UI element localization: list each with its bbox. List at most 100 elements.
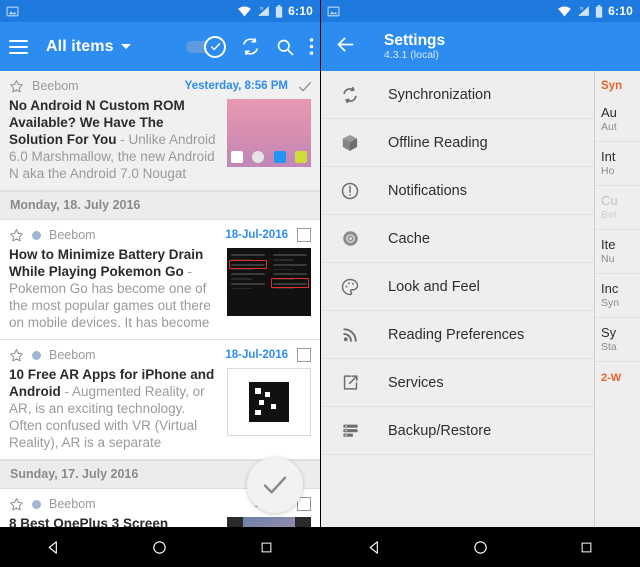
peek-row-title: Inc: [601, 281, 619, 296]
android-nav-bar-right: [321, 527, 640, 567]
thumbnail-app-icons: [231, 151, 307, 163]
more-vert-icon[interactable]: [309, 37, 314, 56]
star-icon[interactable]: [9, 348, 24, 363]
home-screen-pink-thumbnail: [227, 99, 311, 167]
settings-list[interactable]: Synchronization Offline Reading Notifica…: [321, 71, 594, 527]
article-date: Yesterday, 8:56 PM: [184, 80, 288, 92]
list-item-body: How to Minimize Battery Drain While Play…: [9, 246, 311, 331]
check-icon: [210, 43, 220, 51]
feed-name: Beebom: [49, 497, 96, 511]
home-circle-icon[interactable]: [456, 527, 504, 567]
peek-row-title: Au: [601, 105, 617, 120]
peek-section-footer: 2-W: [601, 372, 622, 384]
arrow-back-icon[interactable]: [335, 34, 356, 60]
status-bar-left: R 6:10: [0, 0, 320, 22]
peek-row[interactable]: Inc Syn: [595, 274, 640, 318]
peek-row[interactable]: Int Ho: [595, 142, 640, 186]
peek-row-title: Sy: [601, 325, 617, 340]
peek-row[interactable]: Au Aut: [595, 98, 640, 142]
article-checkbox[interactable]: [297, 228, 311, 242]
recents-square-icon[interactable]: [563, 527, 611, 567]
chevron-down-icon[interactable]: [120, 44, 131, 49]
android-nav-bar-left: [0, 527, 320, 567]
thumb-icon-androidpolice: [273, 151, 286, 163]
settings-item-backup-restore[interactable]: Backup/Restore: [321, 407, 594, 455]
settings-item-look-and-feel[interactable]: Look and Feel: [321, 263, 594, 311]
settings-toolbar: Settings 4.3.1 (local): [321, 22, 640, 71]
signal-roaming-icon: R: [258, 6, 270, 16]
dual-screenshot-container: R 6:10 All items Beebom Yesterday, 8:56 …: [0, 0, 640, 567]
search-icon[interactable]: [275, 37, 295, 57]
status-clock: 6:10: [288, 4, 313, 18]
settings-item-notifications[interactable]: Notifications: [321, 167, 594, 215]
list-item-header: Beebom 18-Jul-2016: [9, 346, 311, 364]
toolbar-title[interactable]: All items: [46, 38, 114, 56]
hamburger-menu-icon[interactable]: [9, 39, 28, 54]
status-notifications: [327, 5, 340, 18]
svg-text:R: R: [580, 6, 583, 11]
signal-roaming-icon: R: [578, 6, 590, 16]
status-indicators-right: R 6:10: [557, 0, 633, 22]
peek-row[interactable]: Cu Bet: [595, 186, 640, 230]
thumb-col-left: [227, 248, 269, 316]
refresh-icon[interactable]: [240, 36, 261, 57]
settings-title-block: Settings 4.3.1 (local): [384, 32, 445, 62]
palette-icon: [337, 277, 363, 297]
list-item-body: 10 Free AR Apps for iPhone and Android -…: [9, 366, 311, 451]
qr-marker-glyph: [249, 382, 289, 422]
status-bar-right: R 6:10: [321, 0, 640, 22]
settings-item-services[interactable]: Services: [321, 359, 594, 407]
status-indicators-left: R 6:10: [237, 0, 313, 22]
list-item-body: No Android N Custom ROM Available? We Ha…: [9, 97, 311, 182]
star-icon[interactable]: [9, 497, 24, 512]
peek-row-subtitle: Ho: [601, 165, 615, 177]
star-icon[interactable]: [9, 228, 24, 243]
box-icon: [337, 133, 363, 153]
peek-row[interactable]: Sy Sta: [595, 318, 640, 362]
article-checkbox[interactable]: [297, 348, 311, 362]
peek-row-subtitle: Sta: [601, 341, 617, 353]
article-date: 18-Jul-2016: [225, 229, 288, 241]
settings-item-label: Notifications: [388, 182, 467, 199]
list-item-body: 8 Best OnePlus 3 Screen Protectors to Bu…: [9, 515, 311, 527]
share-export-icon: [337, 373, 363, 392]
list-item[interactable]: Beebom Yesterday, 8:56 PM No Android N C…: [0, 71, 320, 191]
settings-item-cache[interactable]: Cache: [321, 215, 594, 263]
feed-name: Beebom: [49, 228, 96, 242]
mark-all-read-toggle[interactable]: [186, 35, 226, 58]
settings-item-label: Look and Feel: [388, 278, 480, 295]
list-item-header: Beebom Yesterday, 8:56 PM: [9, 77, 311, 95]
dark-settings-thumbnail: [227, 248, 311, 316]
page-title: Settings: [384, 31, 446, 49]
back-triangle-icon[interactable]: [29, 527, 77, 567]
qr-marker-thumbnail: [227, 368, 311, 436]
synchronization-detail-peek-pane[interactable]: Syn Au Aut Int Ho Cu Bet Ite Nu Inc Syn: [594, 71, 640, 527]
back-triangle-icon[interactable]: [350, 527, 398, 567]
settings-item-label: Synchronization: [388, 86, 492, 103]
recents-square-icon[interactable]: [243, 527, 291, 567]
peek-section-header: Syn: [601, 80, 623, 92]
home-circle-icon[interactable]: [136, 527, 184, 567]
list-item[interactable]: Beebom 18-Jul-2016 10 Free AR Apps for i…: [0, 340, 320, 460]
peek-row[interactable]: Ite Nu: [595, 230, 640, 274]
settings-item-label: Backup/Restore: [388, 422, 492, 439]
settings-item-offline-reading[interactable]: Offline Reading: [321, 119, 594, 167]
star-icon[interactable]: [9, 79, 24, 94]
unread-dot-icon: [32, 350, 41, 360]
settings-item-reading-preferences[interactable]: Reading Preferences: [321, 311, 594, 359]
sync-icon: [337, 85, 363, 105]
phone-screen-settings: R 6:10 Settings 4.3.1 (local) Synchroniz…: [320, 0, 640, 567]
mark-read-confirmation-overlay[interactable]: [247, 457, 303, 513]
peek-row-subtitle: Nu: [601, 253, 615, 265]
app-version: 4.3.1 (local): [384, 48, 439, 61]
cache-disc-icon: [337, 229, 363, 248]
list-storage-icon: [337, 421, 363, 440]
article-title: How to Minimize Battery Drain While Play…: [9, 247, 204, 279]
check-icon: [299, 82, 311, 92]
toolbar-actions: [186, 22, 314, 71]
article-checkbox[interactable]: [297, 79, 311, 93]
check-icon: [263, 476, 287, 494]
list-item[interactable]: Beebom 18-Jul-2016 How to Minimize Batte…: [0, 220, 320, 340]
settings-item-synchronization[interactable]: Synchronization: [321, 71, 594, 119]
settings-item-label: Services: [388, 374, 444, 391]
